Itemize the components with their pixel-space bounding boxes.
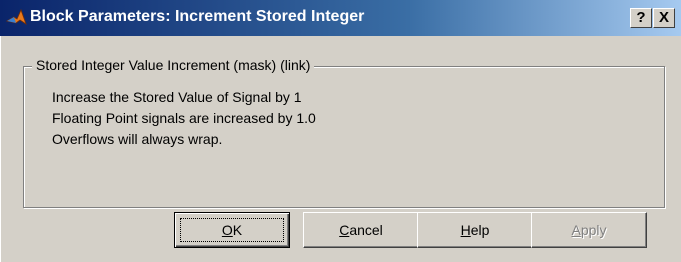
focus-rectangle xyxy=(180,218,284,242)
question-mark-icon: ? xyxy=(636,9,646,26)
help-button-label: Help xyxy=(460,222,490,238)
cancel-button-label: Cancel xyxy=(339,222,383,238)
description-line: Floating Point signals are increased by … xyxy=(52,110,316,126)
close-icon: X xyxy=(658,9,669,26)
ok-button[interactable]: OK xyxy=(174,212,290,248)
group-title: Stored Integer Value Increment (mask) (l… xyxy=(32,57,315,73)
help-button[interactable]: Help xyxy=(417,212,533,248)
apply-button-label: Apply xyxy=(571,222,607,238)
description-line: Overflows will always wrap. xyxy=(52,131,223,147)
mask-description: Increase the Stored Value of Signal by 1… xyxy=(52,87,316,150)
dialog-body: Stored Integer Value Increment (mask) (l… xyxy=(0,36,681,262)
description-line: Increase the Stored Value of Signal by 1 xyxy=(52,89,302,105)
mask-description-group: Stored Integer Value Increment (mask) (l… xyxy=(23,57,665,208)
apply-button[interactable]: Apply xyxy=(531,212,647,248)
window-title: Block Parameters: Increment Stored Integ… xyxy=(30,8,365,25)
context-help-button[interactable]: ? xyxy=(630,8,652,28)
title-bar[interactable]: Block Parameters: Increment Stored Integ… xyxy=(0,0,681,36)
cancel-button[interactable]: Cancel xyxy=(303,212,419,248)
close-button[interactable]: X xyxy=(653,8,675,28)
matlab-logo-icon xyxy=(6,8,27,26)
